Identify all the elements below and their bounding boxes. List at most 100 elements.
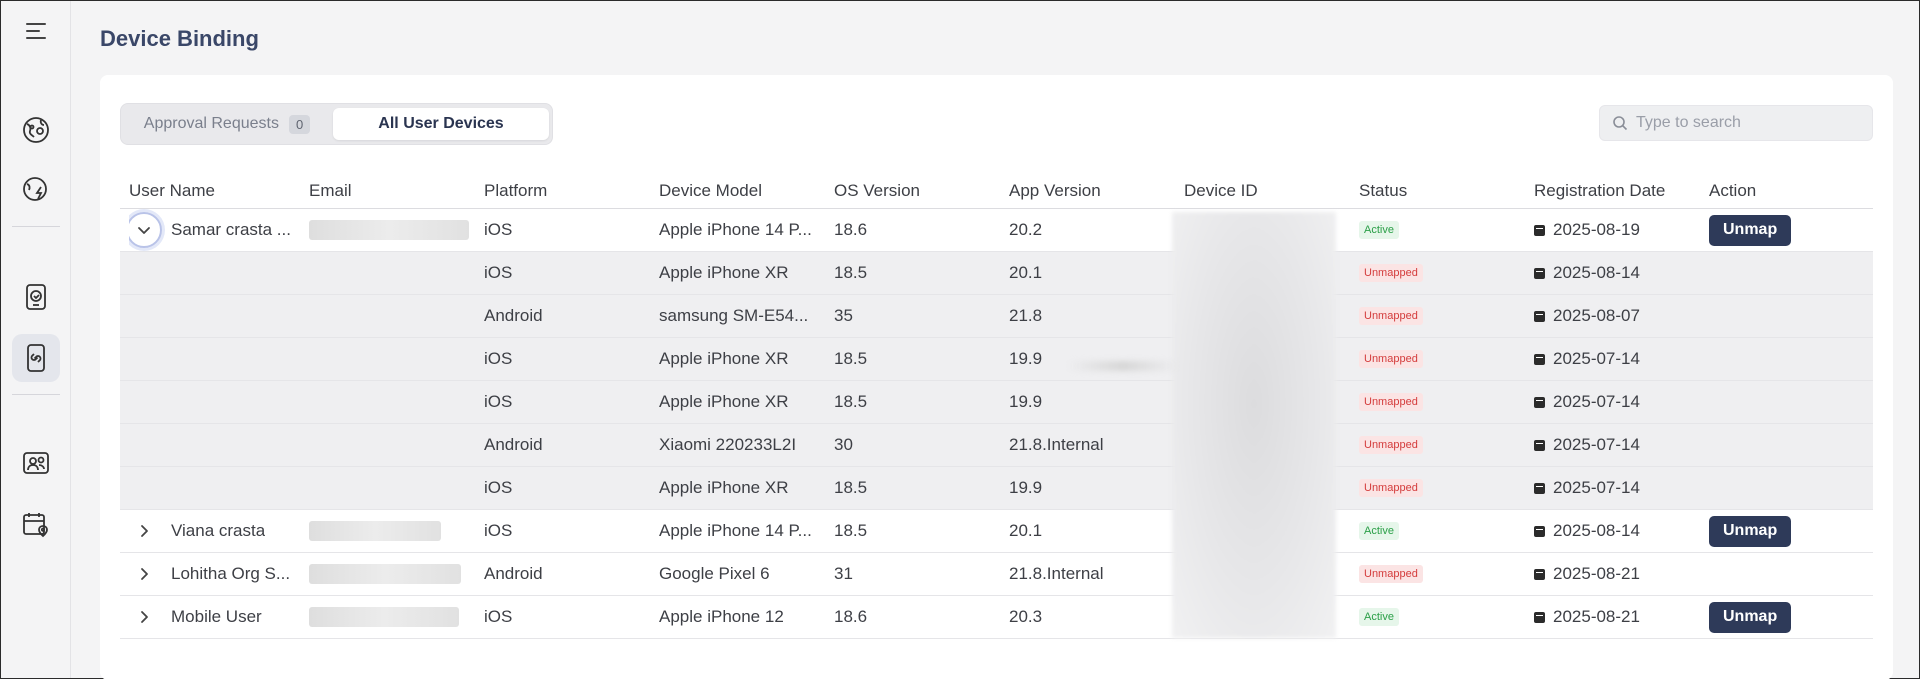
table-row: iOS Apple iPhone XR 18.5 19.9 Unmapped 2025-0… — [120, 467, 1873, 510]
cell-platform: Android — [484, 306, 543, 325]
email-redaction — [309, 607, 459, 627]
cell-status: Unmapped — [1359, 252, 1529, 294]
globe-bolt-icon — [23, 177, 47, 201]
calendar-icon — [1534, 310, 1545, 322]
cell-action — [1709, 424, 1869, 466]
cell-os-version: 30 — [834, 435, 853, 454]
cell-os-version: 18.5 — [834, 392, 868, 411]
status-badge: Active — [1359, 221, 1399, 239]
cell-os-version: 18.6 — [834, 220, 868, 239]
cell-platform: iOS — [484, 392, 513, 411]
chevron-right-icon — [141, 568, 148, 580]
sidebar-divider — [12, 394, 60, 395]
cell-device-id — [1184, 424, 1354, 466]
table-row: Viana crasta iOS Apple iPhone 14 P... 18.5 2… — [120, 510, 1873, 553]
expand-row-button[interactable] — [129, 559, 159, 589]
cell-status: Unmapped — [1359, 381, 1529, 423]
cell-os-version: 31 — [834, 564, 853, 583]
sidebar-divider — [12, 226, 60, 227]
header-status: Status — [1359, 180, 1408, 200]
calendar-icon — [1534, 568, 1545, 580]
cell-status: Unmapped — [1359, 338, 1529, 380]
table-row: iOS Apple iPhone XR 18.5 19.9 Unmapped 2025-0… — [120, 338, 1873, 381]
cell-device-id — [1184, 338, 1354, 380]
cell-user — [129, 424, 304, 466]
cell-os-version: 18.5 — [834, 521, 868, 540]
sidebar-item-geo-bolt[interactable] — [12, 165, 60, 213]
cell-action — [1709, 553, 1869, 595]
user-name: Viana crasta — [171, 521, 266, 540]
header-email: Email — [309, 180, 352, 200]
cell-device-model: Apple iPhone XR — [659, 392, 789, 411]
cell-action: Unmap — [1709, 209, 1869, 251]
cell-platform: Android — [484, 435, 543, 454]
cell-action: Unmap — [1709, 510, 1869, 552]
registration-date: 2025-08-07 — [1553, 306, 1640, 325]
cell-registration-date: 2025-08-21 — [1534, 553, 1704, 595]
cell-app-version: 19.9 — [1009, 349, 1043, 368]
user-name: Samar crasta ... — [171, 220, 291, 239]
tab-group: Approval Requests 0 All User Devices — [120, 103, 553, 145]
collapse-row-button[interactable] — [129, 212, 162, 248]
cell-user — [129, 252, 304, 294]
cell-status: Active — [1359, 209, 1529, 251]
calendar-icon — [1534, 267, 1545, 279]
page-title: Device Binding — [100, 26, 259, 51]
email-redaction — [309, 564, 461, 584]
cell-app-version: 20.3 — [1009, 607, 1043, 626]
registration-date: 2025-07-14 — [1553, 392, 1640, 411]
table-header: User Name Email Platform Device Model OS… — [120, 173, 1873, 209]
cell-status: Unmapped — [1359, 424, 1529, 466]
email-redaction — [309, 521, 441, 541]
user-name: Mobile User — [171, 607, 262, 626]
unmap-button[interactable]: Unmap — [1709, 601, 1792, 633]
cell-device-model: samsung SM-E54... — [659, 306, 809, 325]
sidebar-item-schedule[interactable] — [12, 501, 60, 549]
phone-link-icon — [27, 344, 45, 372]
unmap-button[interactable]: Unmap — [1709, 515, 1792, 547]
search-input[interactable] — [1636, 114, 1856, 132]
calendar-icon — [1534, 611, 1545, 623]
sidebar-item-geo[interactable] — [12, 106, 60, 154]
menu-button[interactable] — [12, 7, 60, 55]
menu-icon — [26, 23, 46, 39]
tab-all-user-devices[interactable]: All User Devices — [333, 108, 549, 140]
cell-email — [309, 424, 479, 466]
redaction-blur — [1068, 361, 1178, 371]
cell-app-version: 20.2 — [1009, 220, 1043, 239]
cell-status: Unmapped — [1359, 295, 1529, 337]
cell-device-model: Apple iPhone 14 P... — [659, 220, 812, 239]
sidebar-item-device-approval[interactable] — [12, 273, 60, 321]
cell-action — [1709, 338, 1869, 380]
header-user-name: User Name — [129, 180, 215, 200]
calendar-icon — [1534, 525, 1545, 537]
cell-user: Samar crasta ... — [129, 209, 304, 251]
sidebar-item-users[interactable] — [12, 439, 60, 487]
cell-email — [309, 338, 479, 380]
tab-approval-requests[interactable]: Approval Requests 0 — [127, 108, 327, 140]
expand-row-button[interactable] — [129, 602, 159, 632]
email-redaction — [309, 220, 469, 240]
status-badge: Active — [1359, 522, 1399, 540]
cell-email — [309, 252, 479, 294]
status-badge: Unmapped — [1359, 436, 1423, 454]
header-app-version: App Version — [1009, 180, 1101, 200]
table-row: iOS Apple iPhone XR 18.5 20.1 Unmapped 2025-0… — [120, 252, 1873, 295]
table-row: Lohitha Org S... Android Google Pixel 6 31 2… — [120, 553, 1873, 596]
cell-registration-date: 2025-08-07 — [1534, 295, 1704, 337]
header-os-version: OS Version — [834, 180, 920, 200]
cell-email — [309, 553, 479, 595]
chevron-down-icon — [138, 227, 150, 234]
cell-device-id — [1184, 252, 1354, 294]
calendar-icon — [1534, 396, 1545, 408]
registration-date: 2025-07-14 — [1553, 435, 1640, 454]
cell-registration-date: 2025-08-19 — [1534, 209, 1704, 251]
sidebar-item-device-binding[interactable] — [12, 334, 60, 382]
cell-email — [309, 510, 479, 552]
cell-user — [129, 295, 304, 337]
unmap-button[interactable]: Unmap — [1709, 214, 1792, 246]
cell-device-id — [1184, 553, 1354, 595]
expand-row-button[interactable] — [129, 516, 159, 546]
status-badge: Unmapped — [1359, 393, 1423, 411]
user-name: Lohitha Org S... — [171, 564, 291, 583]
